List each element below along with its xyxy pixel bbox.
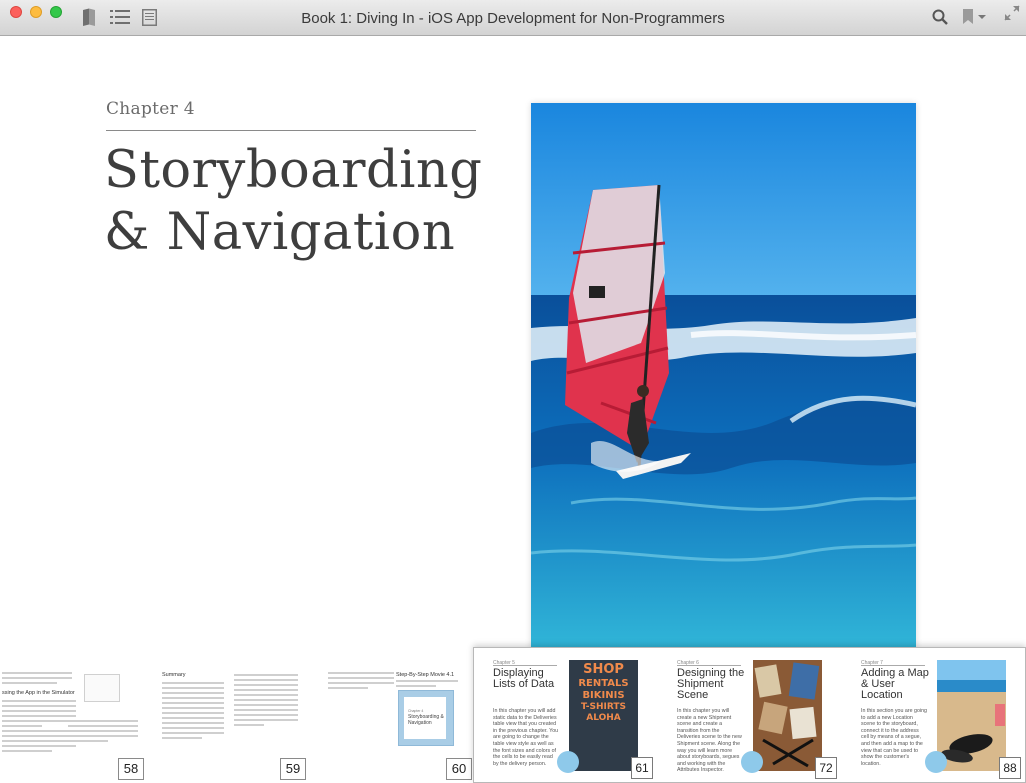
chapter-card-5[interactable]: Chapter 5 Displaying Lists of Data In th… — [474, 648, 658, 782]
sign-word: BIKINIS — [582, 690, 625, 701]
chapter-card-title: Designing the Shipment Scene — [677, 667, 745, 701]
chapter-card-6[interactable]: Chapter 6 Designing the Shipment Scene I… — [658, 648, 842, 782]
thumbnail-text-lines — [234, 674, 298, 729]
thumbnail-heading: ssing the App in the Simulator — [2, 690, 75, 696]
title-bar: Book 1: Diving In - iOS App Development … — [0, 0, 1026, 36]
thumbnail-screenshot — [84, 674, 120, 702]
page-number: 60 — [446, 758, 472, 780]
thumbnail-text-lines — [162, 682, 224, 742]
thumbnail-movie-frame: Chapter 4 Storyboarding & Navigation — [398, 690, 454, 746]
fullscreen-icon[interactable] — [1004, 5, 1020, 21]
sign-word: ALOHA — [586, 713, 621, 723]
chapter-card-button[interactable] — [741, 751, 763, 773]
thumbnail-heading: Step-By-Step Movie 4.1 — [396, 672, 455, 678]
window-title: Book 1: Diving In - iOS App Development … — [301, 10, 725, 27]
library-icon[interactable] — [80, 8, 98, 26]
chapter-card-rule — [493, 665, 557, 666]
thumbnail-text-lines — [2, 672, 72, 687]
thumbnail-heading: Summary — [162, 672, 186, 678]
search-icon[interactable] — [932, 9, 948, 25]
sign-word: SHOP — [583, 662, 624, 677]
thumbnail-page-59[interactable]: Summary 59 — [150, 662, 306, 783]
chapter-divider — [106, 130, 476, 131]
page-number: 59 — [280, 758, 306, 780]
chapter-label: Chapter 4 — [106, 99, 195, 119]
chapter-card-text: In this section you are going to add a n… — [861, 708, 927, 767]
chapter-title: Storyboarding & Navigation — [104, 140, 524, 264]
minimize-window-button[interactable] — [30, 6, 42, 18]
zoom-window-button[interactable] — [50, 6, 62, 18]
chapter-card-7[interactable]: Chapter 7 Adding a Map & User Location I… — [842, 648, 1026, 782]
page-number: 58 — [118, 758, 144, 780]
slide-chapter-title: Storyboarding & Navigation — [408, 714, 444, 726]
boxes-tags-image — [753, 660, 822, 771]
chapter-card-title: Displaying Lists of Data — [493, 667, 555, 690]
shop-sign-image: SHOP RENTALS BIKINIS T-SHIRTS ALOHA — [569, 660, 638, 771]
thumbnail-text-lines — [328, 672, 394, 692]
table-of-contents-icon[interactable] — [110, 9, 130, 25]
chapter-card-title: Adding a Map & User Location — [861, 667, 929, 701]
chapter-title-line-2: & Navigation — [104, 203, 456, 262]
chapter-card-rule — [861, 665, 925, 666]
bookmark-icon[interactable] — [962, 9, 988, 25]
sign-word: T-SHIRTS — [580, 702, 627, 712]
chapter-card-rule — [677, 665, 741, 666]
thumbnail-page-60[interactable]: Step-By-Step Movie 4.1 Chapter 4 Storybo… — [310, 662, 472, 783]
page-number: 61 — [631, 757, 653, 779]
page-number: 72 — [815, 757, 837, 779]
sign-word: RENTALS — [578, 678, 629, 689]
thumbnail-text-lines — [68, 720, 138, 745]
windsurfer-photo — [531, 103, 916, 650]
thumbnail-text-lines — [2, 700, 76, 755]
chapter-card-button[interactable] — [557, 751, 579, 773]
chapter-card-text: In this chapter you will create a new Sh… — [677, 708, 742, 774]
beach-sandals-image — [937, 660, 1006, 771]
slide-chapter-label: Chapter 4 — [408, 709, 424, 713]
chapter-card-text: In this chapter you will add static data… — [493, 708, 559, 767]
chapter-title-line-1: Storyboarding — [104, 141, 483, 200]
close-window-button[interactable] — [10, 6, 22, 18]
page-number: 88 — [999, 757, 1021, 779]
chapter-card-button[interactable] — [925, 751, 947, 773]
thumbnail-text-lines — [396, 680, 458, 690]
chapter-preview-popup: Chapter 5 Displaying Lists of Data In th… — [473, 647, 1026, 783]
thumbnail-page-58[interactable]: ssing the App in the Simulator 58 — [0, 662, 150, 783]
